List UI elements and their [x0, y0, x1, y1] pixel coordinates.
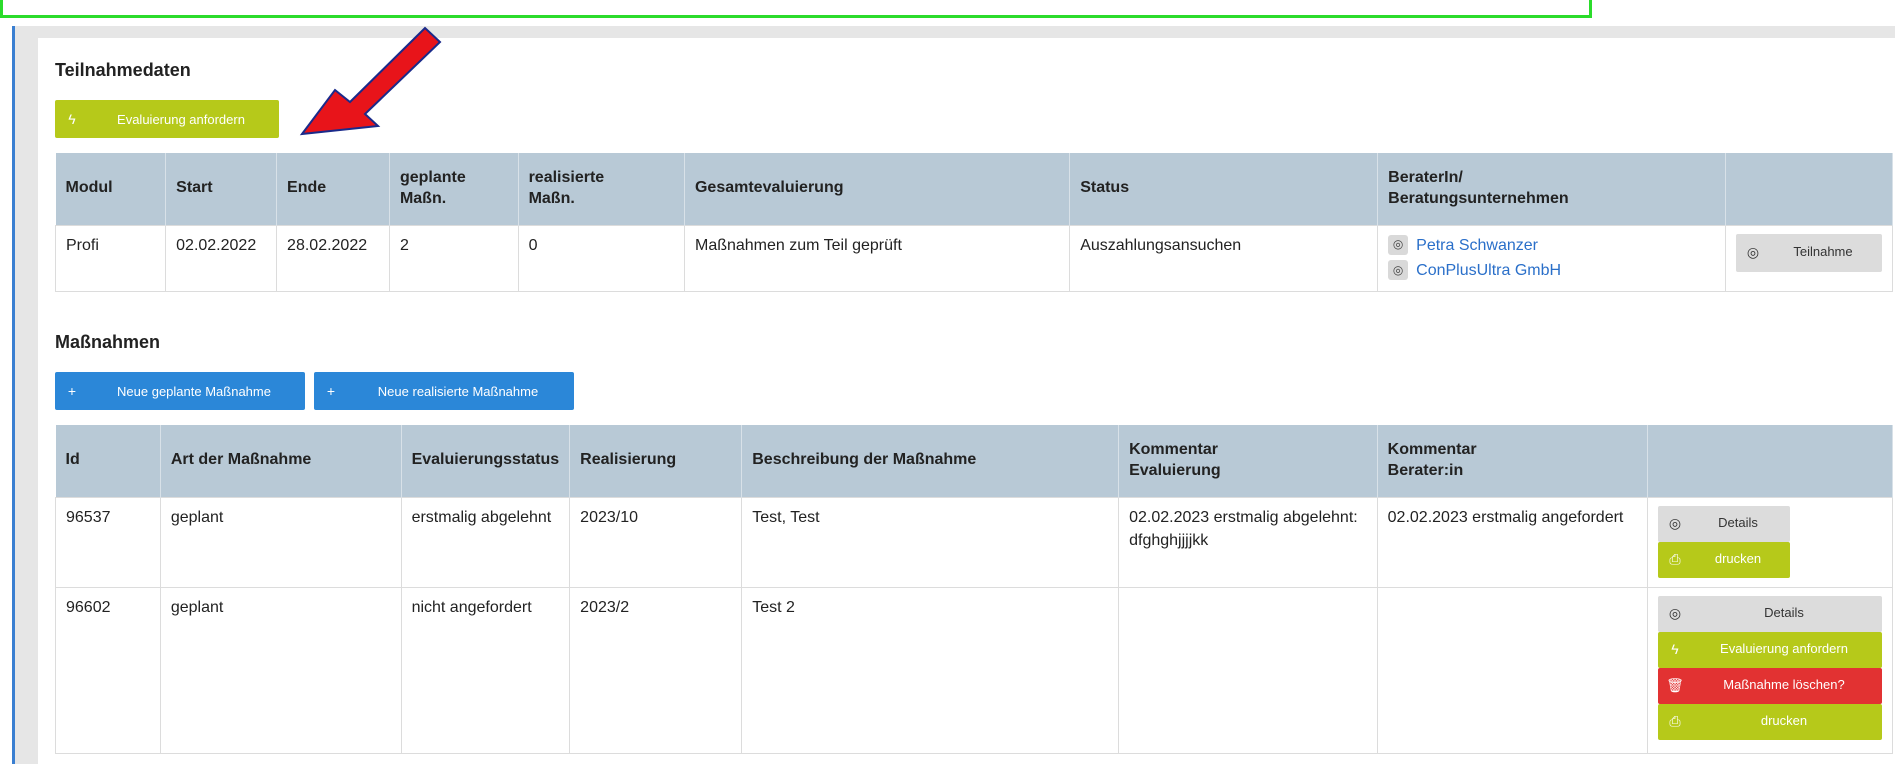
- bolt-icon: ϟ: [1671, 641, 1679, 658]
- table-row: Profi 02.02.2022 28.02.2022 2 0 Maßnahme…: [54, 224, 1893, 292]
- cell-kommentar-berater: [1376, 586, 1649, 754]
- bolt-icon: ϟ: [68, 111, 76, 127]
- cell-art: geplant: [159, 586, 402, 754]
- highlight-bar: [0, 0, 1592, 18]
- cell-ende: 28.02.2022: [276, 224, 390, 292]
- cell-id: 96537: [55, 496, 161, 588]
- table-row: 96602 geplant nicht angefordert 2023/2 T…: [55, 586, 1893, 754]
- printer-icon: ⎙: [1669, 713, 1681, 730]
- print-button[interactable]: ⎙ drucken: [1658, 703, 1882, 740]
- col-header: Ende: [276, 153, 390, 225]
- new-realized-measure-button[interactable]: + Neue realisierte Maßnahme: [314, 372, 574, 410]
- details-button[interactable]: ◎ Details: [1658, 595, 1882, 632]
- delete-measure-button[interactable]: 🗑 Maßnahme löschen?: [1658, 667, 1882, 704]
- col-header: Realisierung: [569, 425, 743, 497]
- col-header: BeraterIn/Beratungsunternehmen: [1377, 153, 1726, 225]
- cell-id: 96602: [55, 586, 161, 754]
- cell-realisiert: 0: [517, 224, 685, 292]
- cell-status: nicht angefordert: [400, 586, 571, 754]
- target-icon: ◎: [1388, 260, 1409, 281]
- participation-title: Teilnahmedaten: [55, 60, 191, 80]
- new-planned-measure-button[interactable]: + Neue geplante Maßnahme: [55, 372, 305, 410]
- cell-actions: ◎ Teilnahme: [1725, 224, 1893, 292]
- cell-art: geplant: [159, 496, 402, 588]
- measures-title: Maßnahmen: [55, 332, 161, 352]
- company-link[interactable]: ◎ ConPlusUltra GmbH: [1388, 259, 1715, 282]
- measures-table: Id Art der Maßnahme Evaluierungsstatus R…: [55, 425, 1893, 754]
- col-header: Kommentar Evaluierung: [1118, 425, 1378, 497]
- left-accent-line: [12, 26, 15, 764]
- target-icon: ◎: [1388, 235, 1409, 256]
- trash-icon: 🗑: [1666, 677, 1684, 694]
- participation-table: Modul Start Ende geplante Maßn. realisier…: [54, 153, 1893, 292]
- target-icon: ◎: [1746, 244, 1760, 261]
- col-header: geplante Maßn.: [389, 153, 519, 225]
- col-header: realisierte Maßn.: [518, 153, 685, 225]
- cell-actions: ◎ Details ⎙ drucken: [1647, 496, 1893, 588]
- cell-beschreibung: Test, Test: [741, 496, 1120, 588]
- cell-realisierung: 2023/2: [569, 586, 743, 754]
- cell-status: Auszahlungsansuchen: [1069, 224, 1379, 292]
- col-header: Beschreibung der Maßnahme: [741, 425, 1120, 497]
- col-header: Evaluierungsstatus: [401, 425, 571, 497]
- col-header: Gesamtevaluierung: [684, 153, 1071, 225]
- col-header: Kommentar Berater:in: [1377, 425, 1649, 497]
- col-header: Status: [1069, 153, 1379, 225]
- cell-kommentar-eval: [1118, 586, 1378, 754]
- cell-realisierung: 2023/10: [569, 496, 743, 588]
- request-evaluation-button[interactable]: ϟ Evaluierung anfordern: [55, 100, 279, 138]
- cell-modul: Profi: [54, 224, 167, 292]
- col-header: Art der Maßnahme: [160, 425, 402, 497]
- plus-icon: +: [326, 383, 336, 399]
- cell-status: erstmalig abgelehnt: [400, 496, 571, 588]
- cell-beschreibung: Test 2: [741, 586, 1120, 754]
- details-button[interactable]: ◎ Details: [1658, 505, 1790, 542]
- col-header-actions: [1647, 425, 1893, 497]
- cell-kommentar-eval: 02.02.2023 erstmalig abgelehnt: dfghghjj…: [1118, 496, 1378, 588]
- cell-kommentar-berater: 02.02.2023 erstmalig angefordert: [1376, 496, 1649, 588]
- berater-link[interactable]: ◎ Petra Schwanzer: [1388, 234, 1715, 257]
- request-evaluation-button[interactable]: ϟ Evaluierung anfordern: [1658, 631, 1882, 668]
- col-header-actions: [1725, 153, 1893, 225]
- cell-gesamt: Maßnahmen zum Teil geprüft: [683, 224, 1071, 292]
- col-header: Start: [165, 153, 278, 225]
- col-header: Modul: [55, 153, 167, 225]
- printer-icon: ⎙: [1669, 551, 1681, 568]
- plus-icon: +: [67, 383, 77, 399]
- cell-berater: ◎ Petra Schwanzer ◎ ConPlusUltra GmbH: [1377, 224, 1726, 292]
- col-header: Id: [55, 425, 161, 497]
- cell-start: 02.02.2022: [165, 224, 278, 292]
- teilnahme-button[interactable]: ◎ Teilnahme: [1736, 233, 1882, 272]
- target-icon: ◎: [1668, 515, 1682, 532]
- print-button[interactable]: ⎙ drucken: [1658, 541, 1790, 578]
- cell-geplant: 2: [388, 224, 519, 292]
- cell-actions: ◎ Details ϟ Evaluierung anfordern 🗑 Maßn…: [1647, 586, 1893, 754]
- table-row: 96537 geplant erstmalig abgelehnt 2023/1…: [55, 496, 1893, 588]
- target-icon: ◎: [1668, 605, 1682, 622]
